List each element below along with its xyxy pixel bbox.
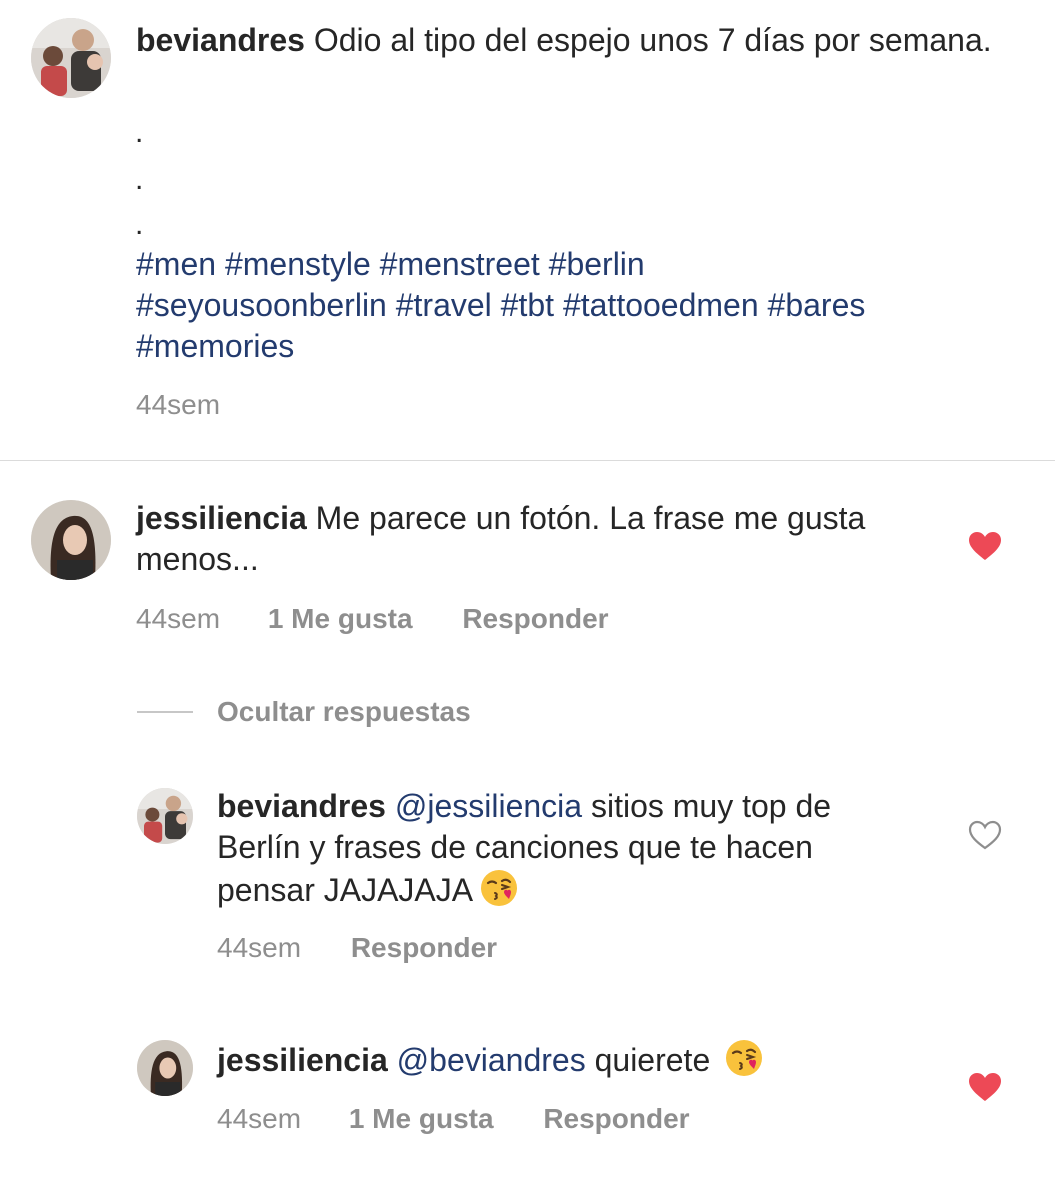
divider [0, 460, 1055, 461]
reply-actions: 44sem Responder [217, 932, 497, 964]
avatar-photo-icon [31, 500, 111, 580]
hashtag-link[interactable]: #memories [136, 328, 294, 364]
comment-username[interactable]: jessiliencia [136, 500, 307, 536]
hide-replies-line [137, 711, 193, 713]
caption-timestamp: 44sem [136, 389, 220, 421]
hashtag-link[interactable]: #menstyle [225, 246, 371, 282]
hashtag-link[interactable]: #men [136, 246, 216, 282]
timestamp: 44sem [136, 389, 221, 420]
reply-body: quierete [594, 1042, 711, 1078]
timestamp: 44sem [217, 932, 302, 963]
avatar-photo-icon [31, 18, 111, 98]
reply-actions: 44sem 1 Me gusta Responder [217, 1103, 690, 1135]
hide-replies-button[interactable]: Ocultar respuestas [217, 696, 471, 728]
hashtag-list: #men #menstyle #menstreet #berlin #seyou… [136, 244, 1016, 367]
avatar-photo-icon [137, 788, 193, 844]
hashtag-link[interactable]: #tbt [501, 287, 554, 323]
hashtag-link[interactable]: #tattooedmen [563, 287, 759, 323]
avatar-photo-icon [137, 1040, 193, 1096]
likes-count-button[interactable]: 1 Me gusta [349, 1103, 494, 1135]
likes-count-button[interactable]: 1 Me gusta [268, 603, 413, 635]
reply-text: beviandres @jessiliencia sitios muy top … [217, 786, 917, 911]
liked-heart-icon[interactable] [968, 1072, 1002, 1102]
hashtag-link[interactable]: #berlin [549, 246, 645, 282]
mention-link[interactable]: @beviandres [397, 1042, 586, 1078]
like-heart-icon[interactable] [968, 820, 1002, 850]
reply-username[interactable]: jessiliencia [217, 1042, 388, 1078]
comment-actions: 44sem 1 Me gusta Responder [136, 603, 609, 635]
comment-text: jessiliencia Me parece un fotón. La fras… [136, 498, 916, 580]
caption-body: Odio al tipo del espejo unos 7 días por … [313, 22, 992, 58]
avatar[interactable] [137, 1040, 193, 1096]
reply-button[interactable]: Responder [462, 603, 608, 635]
reply-text: jessiliencia @beviandres quierete [217, 1038, 917, 1081]
hashtag-link[interactable]: #seyousoonberlin [136, 287, 387, 323]
liked-heart-icon[interactable] [968, 531, 1002, 561]
timestamp: 44sem [217, 1103, 302, 1134]
caption-dot: . [135, 163, 144, 196]
face-blowing-kiss-icon [479, 868, 519, 908]
face-blowing-kiss-icon [724, 1038, 764, 1078]
avatar[interactable] [31, 18, 111, 98]
caption-text: beviandres Odio al tipo del espejo unos … [136, 20, 1016, 61]
timestamp: 44sem [136, 603, 221, 634]
reply-button[interactable]: Responder [351, 932, 497, 964]
reply-username[interactable]: beviandres [217, 788, 386, 824]
avatar[interactable] [137, 788, 193, 844]
caption-dot: . [135, 208, 144, 241]
caption-username[interactable]: beviandres [136, 22, 305, 58]
avatar[interactable] [31, 500, 111, 580]
reply-button[interactable]: Responder [543, 1103, 689, 1135]
hashtag-link[interactable]: #bares [768, 287, 866, 323]
hashtag-link[interactable]: #menstreet [380, 246, 540, 282]
caption-dot: . [135, 116, 144, 149]
hide-replies-label: Ocultar respuestas [217, 696, 471, 727]
hashtag-link[interactable]: #travel [396, 287, 492, 323]
mention-link[interactable]: @jessiliencia [395, 788, 582, 824]
